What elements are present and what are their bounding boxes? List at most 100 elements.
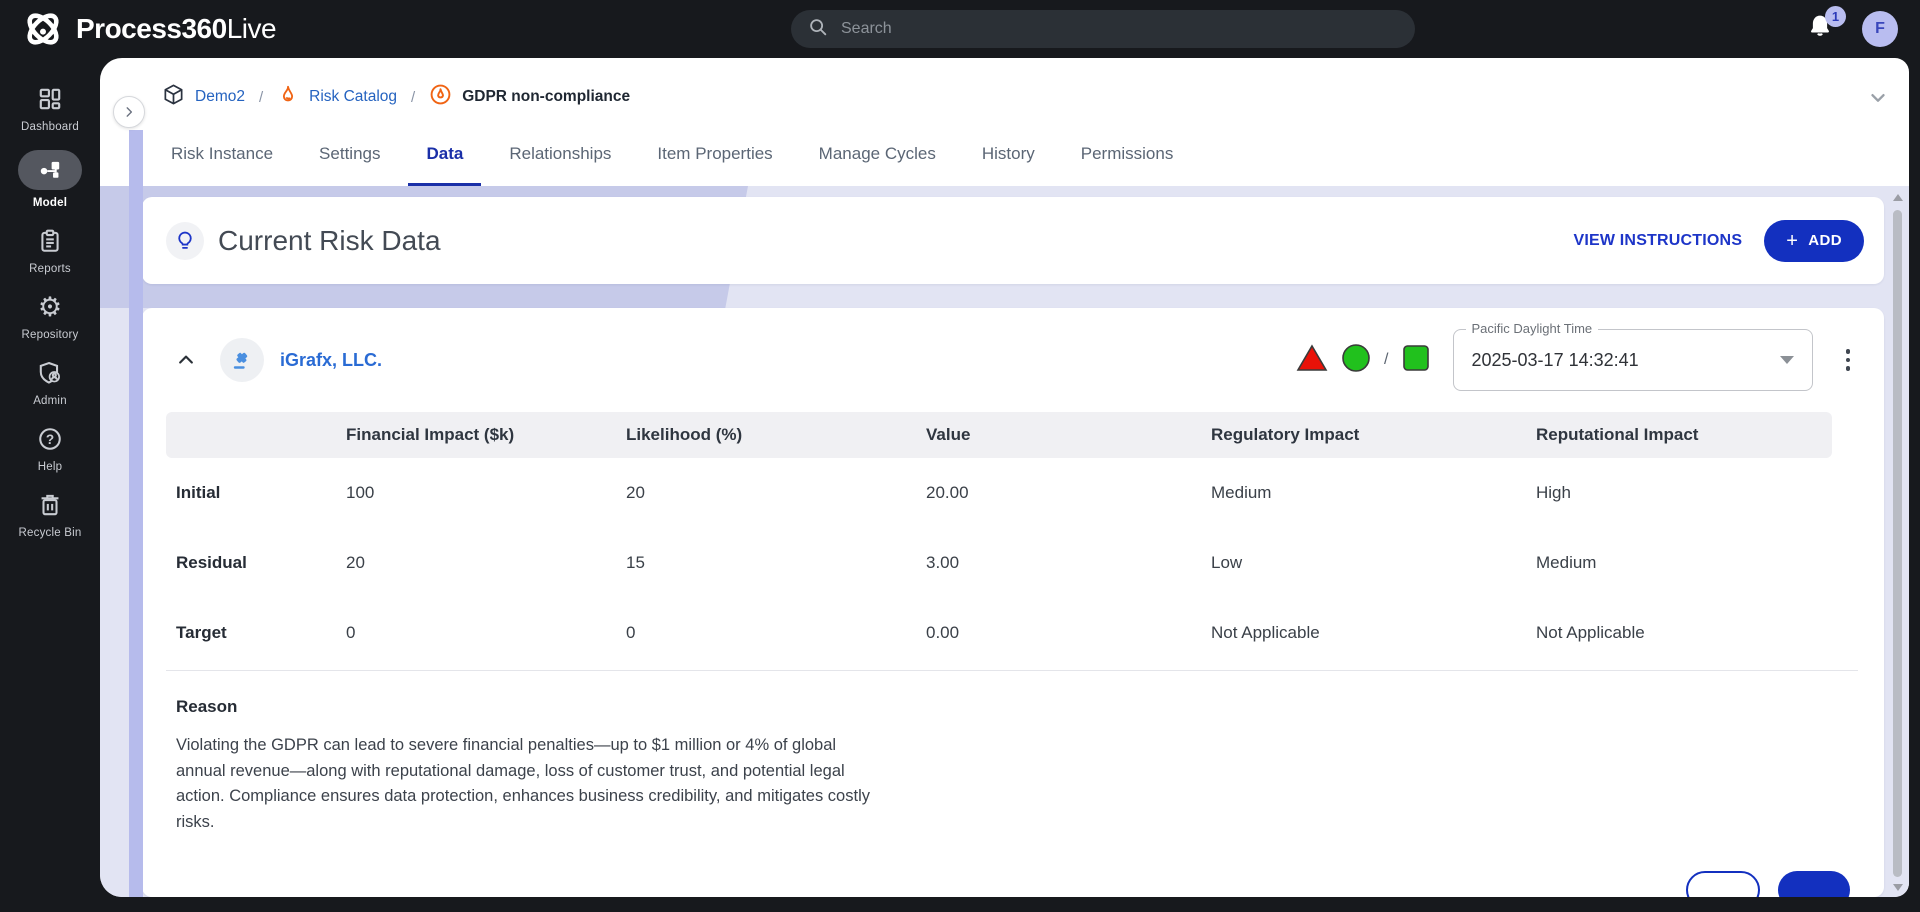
reason-section: Reason Violating the GDPR can lead to se… <box>142 671 1884 835</box>
chevron-down-icon[interactable] <box>1867 86 1889 108</box>
tab-history[interactable]: History <box>964 136 1053 186</box>
model-icon <box>18 150 82 190</box>
sidebar-item-label: Help <box>38 461 62 473</box>
timezone-label: Pacific Daylight Time <box>1466 321 1599 336</box>
lightbulb-icon <box>166 222 204 260</box>
tab-permissions[interactable]: Permissions <box>1063 136 1192 186</box>
tab-data[interactable]: Data <box>408 136 481 186</box>
breadcrumb-link-risk-catalog[interactable]: Risk Catalog <box>309 88 397 106</box>
tab-item-properties[interactable]: Item Properties <box>639 136 790 186</box>
sidebar-item-model[interactable]: Model <box>0 150 100 209</box>
header-actions: VIEW INSTRUCTIONS + ADD <box>1573 220 1864 262</box>
vertical-scrollbar <box>1892 192 1904 893</box>
cell-financial-impact: 100 <box>346 483 626 503</box>
breadcrumb: Demo2 / Risk Catalog / <box>100 58 1909 136</box>
global-search[interactable] <box>791 10 1415 48</box>
gear-icon: ⚙ <box>38 292 62 322</box>
company-link[interactable]: iGrafx, LLC. <box>280 350 382 371</box>
breadcrumb-link-demo2[interactable]: Demo2 <box>195 88 245 106</box>
svg-text:?: ? <box>46 432 54 447</box>
collapsed-panel-strip <box>129 130 143 897</box>
risk-panel-header: iGrafx, LLC. / <box>142 308 1884 412</box>
sidebar-item-repository[interactable]: ⚙ Repository <box>0 292 100 341</box>
scrollbar-down-arrow[interactable] <box>1893 884 1903 891</box>
column-header: Financial Impact ($k) <box>346 425 626 445</box>
user-avatar[interactable]: F <box>1862 11 1898 47</box>
sidebar-item-label: Recycle Bin <box>19 527 82 539</box>
notifications-button[interactable]: 1 <box>1806 12 1836 46</box>
row-label: Target <box>176 623 346 643</box>
scrollbar-thumb[interactable] <box>1893 210 1902 877</box>
risk-data-panel: iGrafx, LLC. / <box>142 308 1884 897</box>
risk-table-body: Initial 100 20 20.00 Medium High Residua… <box>142 458 1884 668</box>
brand-title: Process360Live <box>76 13 276 45</box>
column-header: Regulatory Impact <box>1211 425 1536 445</box>
sidebar-item-label: Dashboard <box>21 121 79 133</box>
tab-risk-instance[interactable]: Risk Instance <box>153 136 291 186</box>
current-risk-data-header: Current Risk Data VIEW INSTRUCTIONS + AD… <box>142 197 1884 284</box>
add-button[interactable]: + ADD <box>1764 220 1864 262</box>
risk-table: Financial Impact ($k) Likelihood (%) Val… <box>166 412 1858 458</box>
sidebar-item-recycle-bin[interactable]: Recycle Bin <box>0 490 100 539</box>
tab-settings[interactable]: Settings <box>301 136 398 186</box>
cell-reputational-impact: Not Applicable <box>1536 623 1858 643</box>
breadcrumb-separator: / <box>255 89 267 106</box>
admin-shield-icon <box>37 358 63 388</box>
sidebar-item-reports[interactable]: Reports <box>0 226 100 275</box>
risk-circle-indicator <box>1341 343 1371 378</box>
column-header: Reputational Impact <box>1536 425 1832 445</box>
process360-app: Process360Live 1 F <box>0 0 1920 912</box>
cell-regulatory-impact: Low <box>1211 553 1536 573</box>
process360-logo-icon <box>22 8 64 50</box>
tab-relationships[interactable]: Relationships <box>491 136 629 186</box>
cell-regulatory-impact: Medium <box>1211 483 1536 503</box>
sidebar-item-label: Model <box>33 197 67 209</box>
cell-likelihood: 0 <box>626 623 926 643</box>
plus-icon: + <box>1786 231 1798 251</box>
bell-icon <box>1806 29 1834 46</box>
breadcrumb-trail: Demo2 / Risk Catalog / <box>162 83 630 111</box>
sidebar-item-help[interactable]: ? Help <box>0 424 100 473</box>
column-header: Likelihood (%) <box>626 425 926 445</box>
cell-value: 20.00 <box>926 483 1211 503</box>
sidebar-item-label: Repository <box>22 329 79 341</box>
row-label: Residual <box>176 553 346 573</box>
column-header: Value <box>926 425 1211 445</box>
risk-square-indicator <box>1402 344 1430 377</box>
page-title: Current Risk Data <box>218 225 441 257</box>
indicator-separator: / <box>1384 351 1388 369</box>
timestamp-value: 2025-03-17 14:32:41 <box>1472 350 1639 371</box>
dashboard-icon <box>37 84 63 114</box>
gavel-icon <box>220 338 264 382</box>
select-caret-icon <box>1780 356 1794 364</box>
sidebar-item-label: Reports <box>29 263 71 275</box>
cell-value: 3.00 <box>926 553 1211 573</box>
reports-icon <box>37 226 63 256</box>
tab-bar: Risk Instance Settings Data Relationship… <box>100 136 1909 186</box>
reason-heading: Reason <box>176 697 1858 717</box>
row-label: Initial <box>176 483 346 503</box>
timestamp-select[interactable]: Pacific Daylight Time 2025-03-17 14:32:4… <box>1453 329 1813 391</box>
search-icon <box>807 16 829 43</box>
sidebar-item-dashboard[interactable]: Dashboard <box>0 84 100 133</box>
tab-manage-cycles[interactable]: Manage Cycles <box>801 136 954 186</box>
reason-text: Violating the GDPR can lead to severe fi… <box>176 733 876 835</box>
trash-icon <box>37 490 63 520</box>
help-icon: ? <box>37 424 63 454</box>
top-bar: Process360Live 1 F <box>0 0 1920 58</box>
view-instructions-link[interactable]: VIEW INSTRUCTIONS <box>1573 232 1742 250</box>
collapse-panel-button[interactable] <box>172 346 200 374</box>
risk-table-header-row: Financial Impact ($k) Likelihood (%) Val… <box>166 412 1832 458</box>
notification-badge: 1 <box>1825 6 1846 27</box>
cube-icon <box>162 83 185 111</box>
breadcrumb-current-item: GDPR non-compliance <box>462 88 630 106</box>
primary-button-partial[interactable] <box>1778 871 1850 897</box>
secondary-button-partial[interactable] <box>1686 871 1760 897</box>
kebab-menu-button[interactable] <box>1840 343 1857 377</box>
cell-regulatory-impact: Not Applicable <box>1211 623 1536 643</box>
panel-expander-button[interactable] <box>113 96 145 128</box>
sidebar-item-admin[interactable]: Admin <box>0 358 100 407</box>
scrollbar-up-arrow[interactable] <box>1893 194 1903 201</box>
search-input[interactable] <box>841 20 1399 38</box>
table-row-target: Target 0 0 0.00 Not Applicable Not Appli… <box>176 598 1858 668</box>
